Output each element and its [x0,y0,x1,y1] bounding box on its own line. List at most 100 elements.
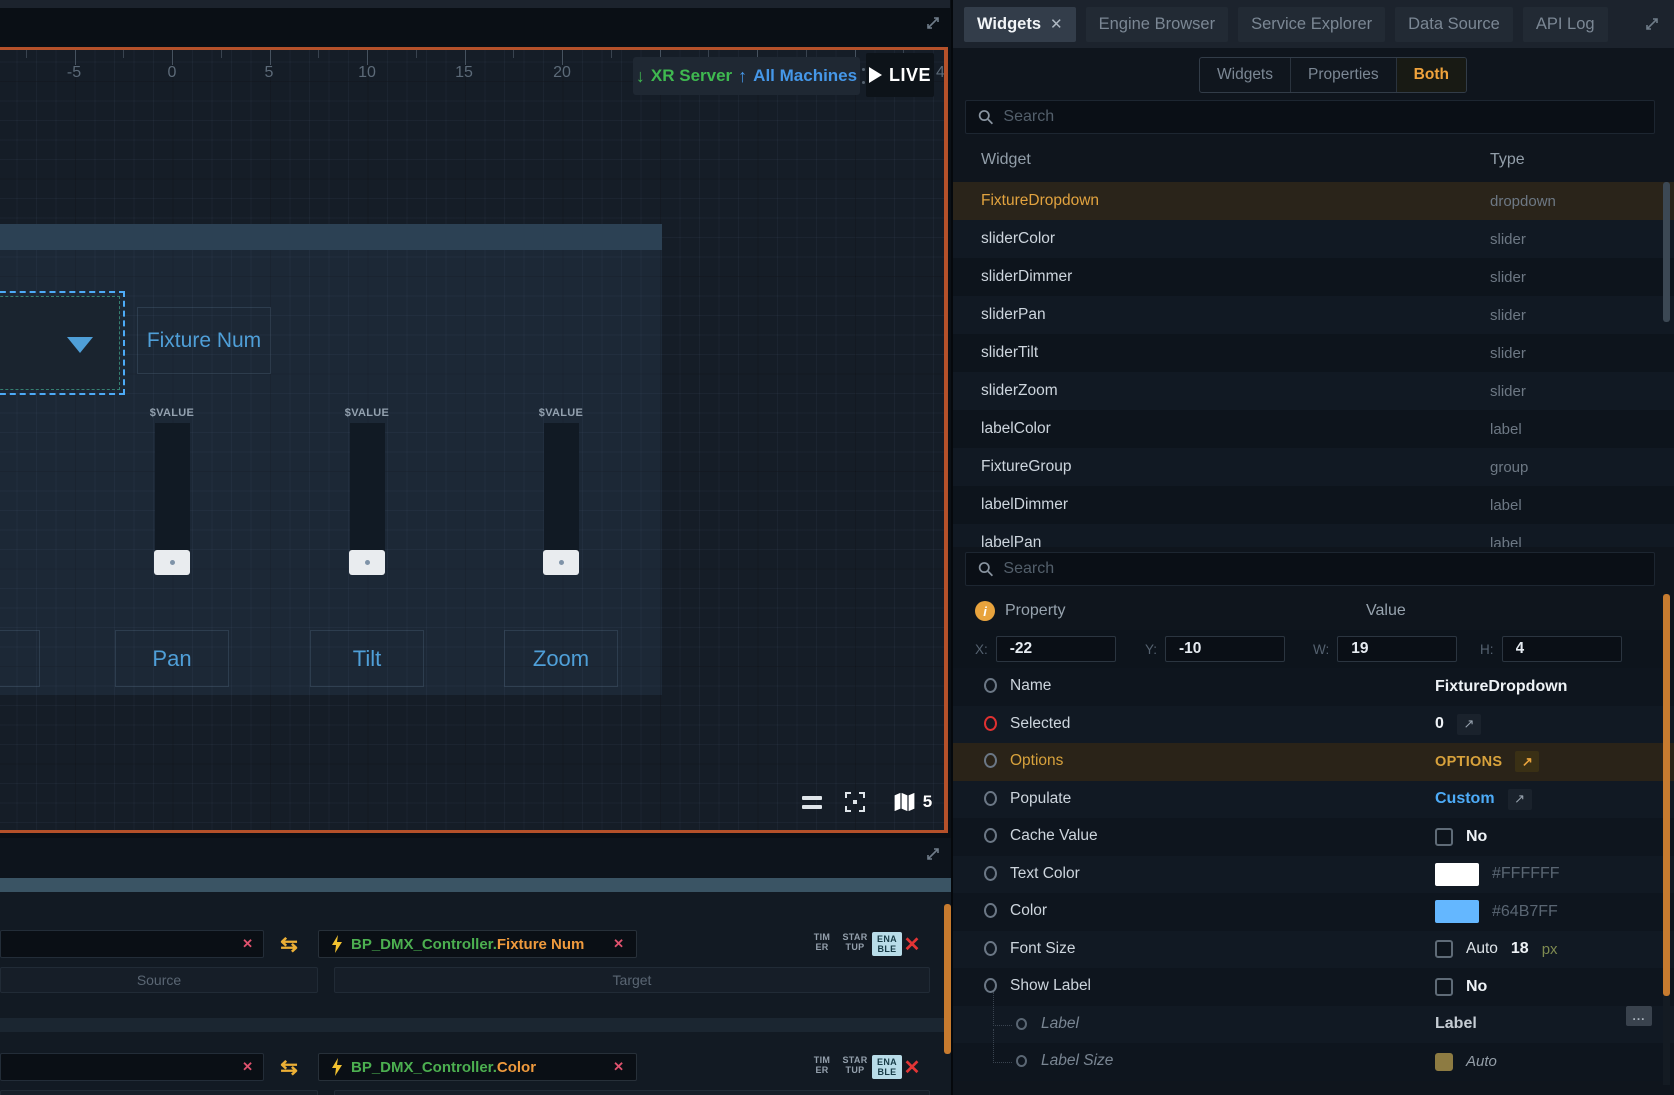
property-row-color[interactable]: Color#64B7FF [953,893,1674,931]
bindings-scrollbar[interactable] [944,904,951,1054]
open-link-icon[interactable]: ↗ [1508,789,1532,810]
widget-row-labelDimmer[interactable]: labelDimmerlabel [953,486,1674,524]
property-row-cache-value[interactable]: Cache ValueNo [953,818,1674,856]
property-state-circle[interactable] [1016,1055,1027,1067]
layers-icon-button[interactable] [796,788,828,816]
startup-badge[interactable]: STARTUP [840,1055,870,1075]
property-state-circle[interactable] [984,678,997,693]
swap-direction-icon[interactable]: ⇆ [272,930,306,958]
geometry-input[interactable] [1337,636,1457,662]
slider-track[interactable] [544,423,579,553]
slider-name-label-widget[interactable]: Zoom [504,630,618,687]
timer-badge[interactable]: TIMER [807,932,837,952]
property-row-label[interactable]: Label...Label [953,1006,1674,1044]
widget-search-input[interactable] [1003,108,1642,126]
tab-widgets[interactable]: Widgets✕ [964,7,1076,42]
delete-binding-button[interactable]: ✕ [900,1053,924,1081]
source-input[interactable] [0,1090,318,1095]
canvas-expand-icon[interactable] [925,15,941,31]
source-input[interactable] [0,967,318,993]
widget-row-labelPan[interactable]: labelPanlabel [953,524,1674,547]
map-pages-icon-button[interactable]: 5 [889,788,935,816]
property-state-circle[interactable] [984,903,997,918]
binding-card-2-header[interactable] [0,1018,951,1032]
open-link-icon[interactable]: ↗ [1457,714,1481,735]
property-scrollbar[interactable] [1663,594,1670,996]
widget-row-sliderTilt[interactable]: sliderTiltslider [953,334,1674,372]
checkbox[interactable] [1435,940,1453,958]
target-input[interactable] [334,967,930,993]
binding-source-box[interactable]: ✕ [0,1053,264,1081]
tab-api-log[interactable]: API Log [1523,7,1608,42]
checkbox-filled[interactable] [1435,1053,1453,1071]
slider-handle[interactable] [349,550,385,575]
open-link-icon[interactable]: ↗ [1515,751,1539,772]
panel-expand-icon[interactable] [1644,16,1660,32]
property-row-populate[interactable]: PopulateCustom↗ [953,781,1674,819]
widget-row-sliderPan[interactable]: sliderPanslider [953,296,1674,334]
slider-track[interactable] [350,423,385,553]
widget-row-sliderColor[interactable]: sliderColorslider [953,220,1674,258]
property-row-selected[interactable]: Selected0↗ [953,706,1674,744]
slider-name-label-widget[interactable]: Tilt [310,630,424,687]
slider-handle[interactable] [154,550,190,575]
ellipsis-button[interactable]: ... [1626,1006,1652,1026]
geometry-input[interactable] [1502,636,1622,662]
property-row-label-size[interactable]: Label SizeAuto [953,1043,1674,1081]
binding-target-box[interactable]: BP_DMX_Controller.Fixture Num✕ [318,930,637,958]
tab-data-source[interactable]: Data Source [1395,7,1513,42]
enable-badge[interactable]: ENABLE [872,1055,902,1079]
widget-row-sliderZoom[interactable]: sliderZoomslider [953,372,1674,410]
widget-search[interactable] [965,100,1655,134]
swap-direction-icon[interactable]: ⇆ [272,1053,306,1081]
view-toggle-both[interactable]: Both [1397,58,1466,92]
slider-name-label-widget[interactable]: Pan [115,630,229,687]
widget-row-FixtureDropdown[interactable]: FixtureDropdowndropdown [953,182,1674,220]
checkbox[interactable] [1435,828,1453,846]
server-machines-bar[interactable]: ↓ XR Server ↑ All Machines [633,57,860,95]
clear-icon[interactable]: ✕ [613,936,624,952]
clear-icon[interactable]: ✕ [613,1059,624,1075]
widget-list-scrollbar[interactable] [1663,182,1670,322]
slider-track[interactable] [155,423,190,553]
bindings-expand-icon[interactable] [925,846,941,862]
fixture-num-label-widget[interactable]: Fixture Num [137,307,271,374]
property-state-circle[interactable] [984,791,997,806]
property-state-circle[interactable] [984,716,997,731]
dimmer-label-widget-partial[interactable]: er [0,630,40,687]
property-state-circle[interactable] [984,941,997,956]
property-state-circle[interactable] [984,866,997,881]
property-search[interactable] [965,552,1655,586]
property-row-text-color[interactable]: Text Color#FFFFFF [953,856,1674,894]
property-search-input[interactable] [1003,560,1642,578]
property-state-circle[interactable] [1016,1018,1027,1030]
geometry-input[interactable] [1165,636,1285,662]
fixture-dropdown-widget[interactable] [0,296,120,390]
timer-badge[interactable]: TIMER [807,1055,837,1075]
binding-target-box[interactable]: BP_DMX_Controller.Color✕ [318,1053,637,1081]
checkbox[interactable] [1435,978,1453,996]
tab-service-explorer[interactable]: Service Explorer [1238,7,1385,42]
view-toggle-properties[interactable]: Properties [1291,58,1397,92]
slider-handle[interactable] [543,550,579,575]
geometry-input[interactable] [996,636,1116,662]
target-input[interactable] [334,1090,930,1095]
property-state-circle[interactable] [984,753,997,768]
property-row-show-label[interactable]: Show LabelNo [953,968,1674,1006]
binding-source-box[interactable]: ✕ [0,930,264,958]
info-icon[interactable]: i [975,601,995,621]
startup-badge[interactable]: STARTUP [840,932,870,952]
enable-badge[interactable]: ENABLE [872,932,902,956]
widget-row-labelColor[interactable]: labelColorlabel [953,410,1674,448]
property-row-options[interactable]: OptionsOPTIONS↗ [953,743,1674,781]
tab-engine-browser[interactable]: Engine Browser [1086,7,1228,42]
clear-icon[interactable]: ✕ [242,1059,253,1075]
delete-binding-button[interactable]: ✕ [900,930,924,958]
live-button[interactable]: LIVE [866,53,934,97]
widget-row-FixtureGroup[interactable]: FixtureGroupgroup [953,448,1674,486]
tab-close-icon[interactable]: ✕ [1050,15,1063,33]
design-canvas[interactable]: -505101520 40 Fixture Num er $VALUEPan$V… [0,47,948,833]
color-swatch[interactable] [1435,863,1479,886]
widget-row-sliderDimmer[interactable]: sliderDimmerslider [953,258,1674,296]
fit-view-icon-button[interactable] [842,788,868,816]
